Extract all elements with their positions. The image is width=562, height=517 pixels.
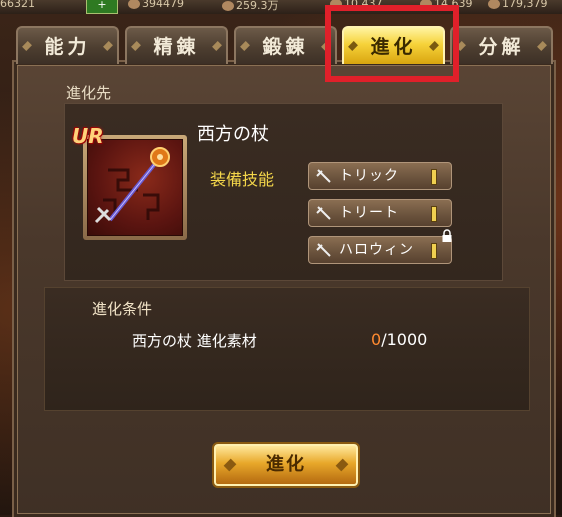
skill-level-icon <box>431 243 437 259</box>
tab-dismantle[interactable]: 分解 <box>450 26 553 64</box>
tab-ornament-icon <box>103 41 113 51</box>
rarity-badge: UR <box>72 124 104 148</box>
tab-ornament-icon <box>22 41 32 51</box>
equip-skill-label: 装備技能 <box>210 170 275 189</box>
item-card[interactable] <box>83 135 187 240</box>
stone-icon <box>488 0 500 9</box>
tab-ability[interactable]: 能力 <box>16 26 119 64</box>
skill-button-treat[interactable]: トリート <box>308 199 452 227</box>
evolve-button-label: 進化 <box>266 454 306 475</box>
sword-icon <box>316 169 331 183</box>
button-ornament-icon <box>335 458 349 472</box>
resource-value-6-text: 179,379 <box>502 0 548 10</box>
material-count-required: /1000 <box>381 330 428 349</box>
tab-ornament-icon <box>131 41 141 51</box>
tab-ability-label: 能力 <box>44 36 91 58</box>
resource-value-3-text: 259.3万 <box>236 0 279 12</box>
skill-level-icon <box>431 206 437 222</box>
skill-label: トリック <box>339 168 399 184</box>
skill-button-halloween[interactable]: ハロウィン <box>308 229 452 264</box>
staff-icon <box>94 147 170 224</box>
material-count-current: 0 <box>371 330 382 349</box>
skill-level-icon <box>431 169 437 185</box>
resource-value-2: 394479 <box>128 0 184 11</box>
evolution-conditions-label: 進化条件 <box>92 300 153 318</box>
tab-forge[interactable]: 鍛錬 <box>234 26 337 64</box>
tab-dismantle-label: 分解 <box>478 36 525 58</box>
item-name: 西方の杖 <box>197 124 269 145</box>
resource-value-2-text: 394479 <box>142 0 184 10</box>
skill-label: ハロウィン <box>339 242 414 258</box>
sword-icon <box>316 243 331 257</box>
item-image <box>87 139 183 236</box>
button-ornament-icon <box>223 458 237 472</box>
add-button[interactable]: + <box>86 0 118 14</box>
resource-value-3: 259.3万 <box>222 0 279 12</box>
tab-ornament-icon <box>240 41 250 51</box>
tab-refine-label: 精錬 <box>153 36 200 58</box>
tab-ornament-icon <box>212 41 222 51</box>
tab-forge-label: 鍛錬 <box>262 36 309 58</box>
resource-bar: 66321 + 394479 259.3万 10,437 14,639 179,… <box>0 0 562 14</box>
tab-ornament-icon <box>537 41 547 51</box>
sword-icon <box>316 206 331 220</box>
resource-value-6: 179,379 <box>488 0 548 11</box>
material-label: 西方の杖 進化素材 <box>132 332 257 350</box>
evolve-button[interactable]: 進化 <box>214 444 358 486</box>
material-count: 0/1000 <box>371 330 427 349</box>
skill-label: トリート <box>339 205 399 221</box>
skill-button-trick[interactable]: トリック <box>308 162 452 190</box>
resource-value-1: 66321 <box>0 0 35 10</box>
coin-icon <box>128 0 140 9</box>
evolution-target-label: 進化先 <box>66 84 112 102</box>
material-icon <box>222 1 234 11</box>
lock-icon <box>442 229 452 242</box>
highlight-box <box>325 5 459 82</box>
tab-refine[interactable]: 精錬 <box>125 26 228 64</box>
